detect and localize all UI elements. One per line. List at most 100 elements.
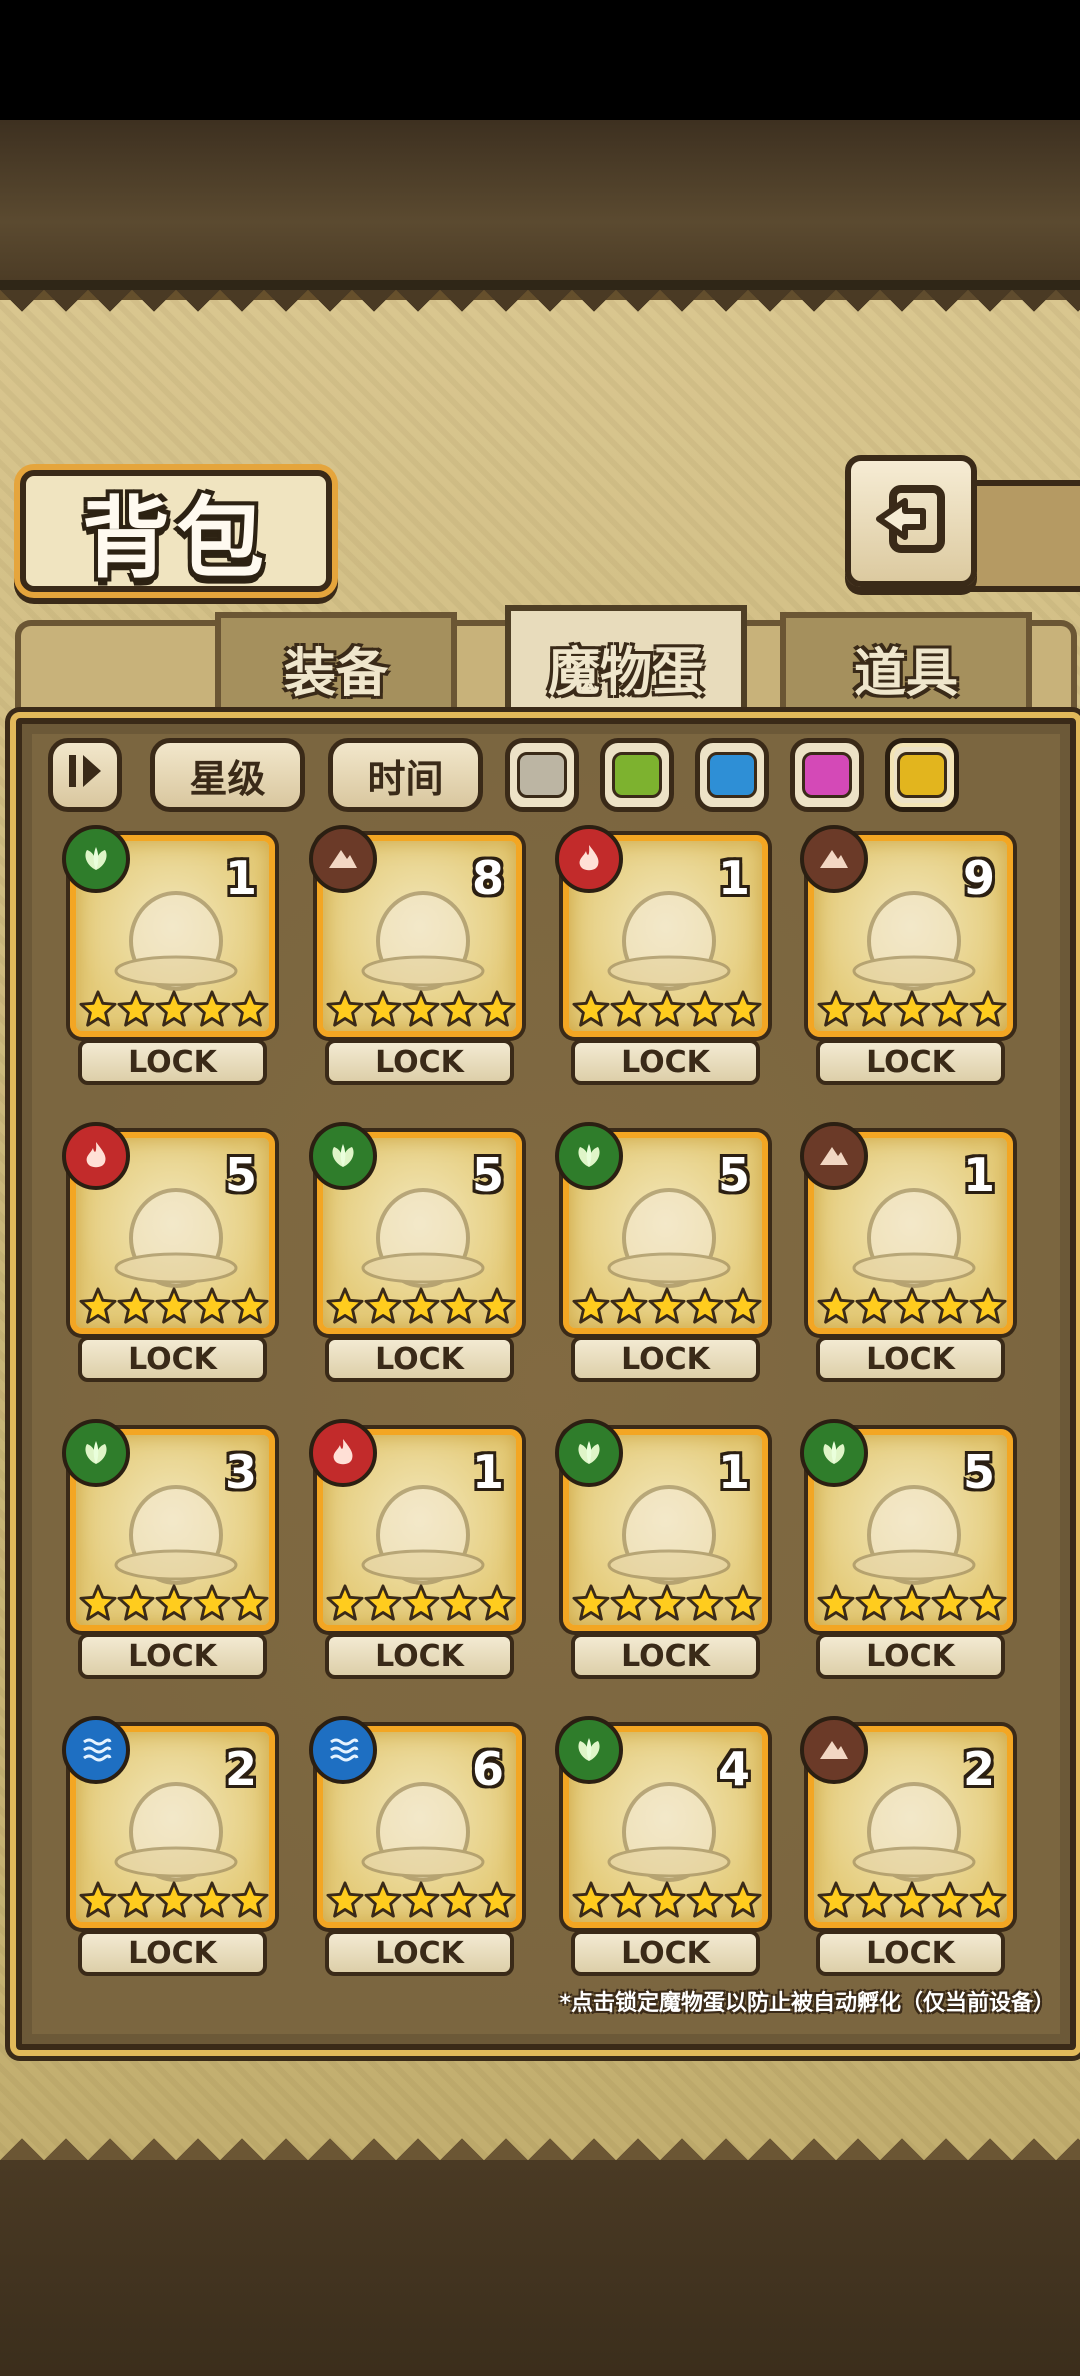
- lock-button[interactable]: LOCK: [816, 1633, 1005, 1679]
- lock-button[interactable]: LOCK: [78, 1930, 267, 1976]
- star-rating: [817, 1583, 1007, 1625]
- egg-count: 3: [224, 1445, 257, 1499]
- header-band: [0, 120, 1080, 290]
- lock-button[interactable]: LOCK: [816, 1039, 1005, 1085]
- star-icon: [893, 1286, 931, 1328]
- star-rating: [326, 989, 516, 1031]
- lock-button[interactable]: LOCK: [571, 1039, 760, 1085]
- star-icon: [648, 1286, 686, 1328]
- star-icon: [855, 989, 893, 1031]
- star-icon: [364, 989, 402, 1031]
- tab-items-label: 道具: [853, 643, 958, 704]
- nature-element-icon: [800, 1419, 868, 1487]
- rarity-filter-pink[interactable]: [790, 738, 864, 812]
- star-icon: [155, 1880, 193, 1922]
- egg-card: 5 LOCK: [555, 1122, 768, 1384]
- fire-element-icon: [62, 1122, 130, 1190]
- water-element-icon: [309, 1716, 377, 1784]
- star-icon: [326, 1583, 364, 1625]
- egg-card: 1 LOCK: [555, 825, 768, 1087]
- star-icon: [193, 989, 231, 1031]
- star-icon: [193, 1880, 231, 1922]
- star-icon: [231, 1583, 269, 1625]
- star-rating: [572, 1286, 762, 1328]
- sort-by-time-button[interactable]: 时间: [328, 738, 483, 812]
- lock-button[interactable]: LOCK: [78, 1633, 267, 1679]
- star-icon: [686, 1880, 724, 1922]
- egg-count: 5: [224, 1148, 257, 1202]
- star-icon: [855, 1286, 893, 1328]
- lock-button[interactable]: LOCK: [325, 1930, 514, 1976]
- rarity-filter-gold[interactable]: [885, 738, 959, 812]
- tab-equipment[interactable]: 装备: [215, 612, 457, 724]
- star-icon: [931, 1286, 969, 1328]
- back-button-tail: [960, 480, 1080, 592]
- star-icon: [364, 1583, 402, 1625]
- egg-count: 2: [962, 1742, 995, 1796]
- tab-monster-eggs-label: 魔物蛋: [547, 642, 704, 703]
- star-icon: [817, 1286, 855, 1328]
- lock-button[interactable]: LOCK: [571, 1336, 760, 1382]
- water-element-icon: [62, 1716, 130, 1784]
- torn-edge-bottom: [0, 2116, 1080, 2160]
- star-icon: [969, 1583, 1007, 1625]
- earth-element-icon: [800, 1716, 868, 1784]
- star-rating: [572, 989, 762, 1031]
- star-icon: [402, 1286, 440, 1328]
- nature-element-icon: [555, 1716, 623, 1784]
- nature-element-icon: [62, 825, 130, 893]
- egg-card: 5 LOCK: [800, 1419, 1013, 1681]
- egg-count: 1: [717, 851, 750, 905]
- star-icon: [648, 1583, 686, 1625]
- star-icon: [686, 1286, 724, 1328]
- lock-hint-note: *点击锁定魔物蛋以防止被自动孵化（仅当前设备）: [559, 1991, 1055, 2016]
- rarity-filter-green[interactable]: [600, 738, 674, 812]
- lock-button[interactable]: LOCK: [325, 1039, 514, 1085]
- egg-count: 5: [717, 1148, 750, 1202]
- star-icon: [326, 989, 364, 1031]
- egg-count: 5: [962, 1445, 995, 1499]
- star-icon: [79, 1286, 117, 1328]
- egg-count: 8: [471, 851, 504, 905]
- star-icon: [231, 1880, 269, 1922]
- star-icon: [572, 1583, 610, 1625]
- star-icon: [155, 989, 193, 1031]
- star-icon: [724, 1583, 762, 1625]
- star-icon: [817, 1583, 855, 1625]
- lock-button[interactable]: LOCK: [571, 1633, 760, 1679]
- star-icon: [117, 989, 155, 1031]
- star-icon: [686, 989, 724, 1031]
- lock-button[interactable]: LOCK: [571, 1930, 760, 1976]
- star-rating: [326, 1583, 516, 1625]
- rarity-filter-blue[interactable]: [695, 738, 769, 812]
- star-rating: [572, 1583, 762, 1625]
- egg-card: 1 LOCK: [309, 1419, 522, 1681]
- lock-button[interactable]: LOCK: [78, 1039, 267, 1085]
- back-button[interactable]: [845, 455, 977, 587]
- star-icon: [724, 989, 762, 1031]
- lock-button[interactable]: LOCK: [325, 1633, 514, 1679]
- star-icon: [478, 1583, 516, 1625]
- egg-count: 9: [962, 851, 995, 905]
- star-icon: [231, 1286, 269, 1328]
- star-icon: [686, 1583, 724, 1625]
- tab-monster-eggs[interactable]: 魔物蛋: [505, 605, 747, 729]
- rarity-filter-gray[interactable]: [505, 738, 579, 812]
- lock-button[interactable]: LOCK: [816, 1930, 1005, 1976]
- egg-count: 6: [471, 1742, 504, 1796]
- star-icon: [893, 1583, 931, 1625]
- sort-toggle-button[interactable]: [48, 738, 122, 812]
- lock-button[interactable]: LOCK: [816, 1336, 1005, 1382]
- sort-by-stars-button[interactable]: 星级: [150, 738, 305, 812]
- star-rating: [817, 1286, 1007, 1328]
- earth-element-icon: [800, 825, 868, 893]
- egg-card: 1 LOCK: [800, 1122, 1013, 1384]
- lock-button[interactable]: LOCK: [78, 1336, 267, 1382]
- tab-items[interactable]: 道具: [780, 612, 1032, 724]
- lock-button[interactable]: LOCK: [325, 1336, 514, 1382]
- egg-card: 2 LOCK: [62, 1716, 275, 1978]
- page-title: 背包: [81, 485, 270, 590]
- egg-card: 4 LOCK: [555, 1716, 768, 1978]
- star-icon: [117, 1583, 155, 1625]
- star-icon: [724, 1880, 762, 1922]
